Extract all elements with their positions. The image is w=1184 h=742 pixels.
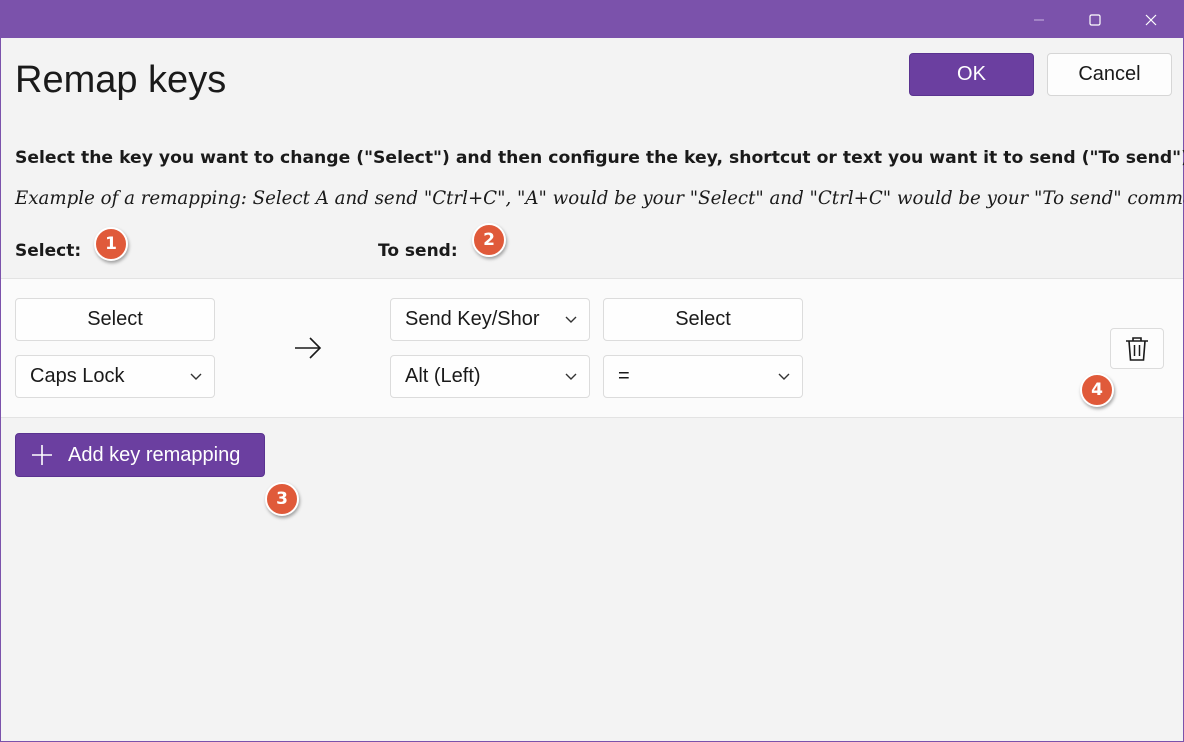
target-select-button[interactable]: Select [603,298,803,341]
arrow-right-icon [293,334,323,366]
target-key2-dropdown[interactable]: = [603,355,803,398]
add-key-remapping-button[interactable]: Add key remapping [15,433,265,477]
close-window-button[interactable] [1125,1,1177,38]
to-send-column-label: To send: [378,241,458,261]
chevron-down-icon [178,373,214,381]
select-key-button[interactable]: Select [15,298,215,341]
instruction-text: Select the key you want to change ("Sele… [15,148,1184,168]
add-key-remapping-label: Add key remapping [68,443,241,466]
example-text: Example of a remapping: Select A and sen… [15,188,1184,209]
chevron-down-icon [553,373,589,381]
remap-keys-window: Remap keys OK Cancel Select the key you … [0,0,1184,742]
chevron-down-icon [553,316,589,324]
annotation-badge-3: 3 [265,482,299,516]
target-key-value: Alt (Left) [405,365,481,387]
maximize-icon [1089,13,1101,26]
select-column-label: Select: [15,241,82,261]
minimize-icon [1034,19,1044,20]
chevron-down-icon [766,373,802,381]
title-bar [1,1,1183,38]
maximize-button[interactable] [1069,1,1121,38]
cancel-button[interactable]: Cancel [1047,53,1172,96]
annotation-badge-4: 4 [1080,373,1114,407]
page-title: Remap keys [15,59,227,101]
annotation-badge-1: 1 [94,227,128,261]
original-key-dropdown[interactable]: Caps Lock [15,355,215,398]
action-type-dropdown[interactable]: Send Key/Shor [390,298,590,341]
original-key-value: Caps Lock [30,365,125,387]
target-key-dropdown[interactable]: Alt (Left) [390,355,590,398]
minimize-button[interactable] [1013,1,1065,38]
select-key-button-label: Select [87,308,143,330]
close-icon [1145,14,1157,25]
target-select-button-label: Select [675,308,731,330]
plus-icon [16,444,68,466]
target-key2-value: = [618,365,630,387]
action-type-value: Send Key/Shor [405,308,540,330]
delete-remapping-button[interactable] [1110,328,1164,369]
ok-button[interactable]: OK [909,53,1034,96]
annotation-badge-2: 2 [472,223,506,257]
trash-icon [1126,336,1148,361]
